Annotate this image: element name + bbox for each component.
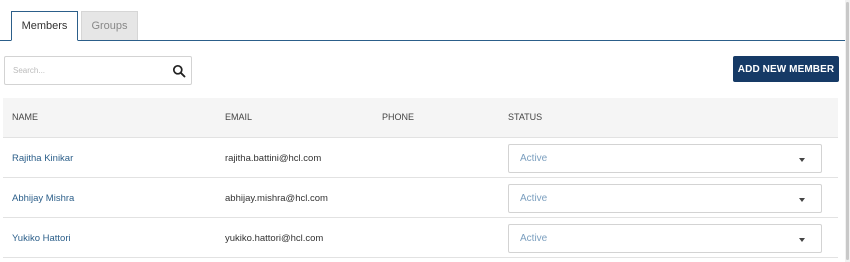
tab-bar: Members Groups bbox=[0, 0, 850, 41]
status-value: Active bbox=[520, 233, 548, 244]
status-value: Active bbox=[520, 153, 548, 164]
member-name[interactable]: Yukiko Hattori bbox=[12, 233, 71, 244]
status-dropdown[interactable]: Active bbox=[508, 144, 822, 173]
member-email: rajitha.battini@hcl.com bbox=[225, 153, 322, 164]
tab-groups-label: Groups bbox=[91, 20, 128, 32]
chevron-down-icon bbox=[799, 198, 805, 202]
table-header: NAME EMAIL PHONE STATUS bbox=[3, 98, 838, 138]
scrollbar-thumb[interactable] bbox=[846, 2, 849, 260]
status-value: Active bbox=[520, 193, 548, 204]
column-header-email: EMAIL bbox=[225, 112, 253, 122]
tab-members[interactable]: Members bbox=[11, 11, 78, 41]
table-row: Rajitha Kinikar rajitha.battini@hcl.com … bbox=[3, 138, 838, 178]
column-header-phone: PHONE bbox=[382, 112, 415, 122]
members-table: NAME EMAIL PHONE STATUS Rajitha Kinikar … bbox=[3, 98, 838, 258]
search-icon[interactable] bbox=[172, 64, 186, 78]
member-name[interactable]: Rajitha Kinikar bbox=[12, 153, 73, 164]
vertical-scrollbar[interactable] bbox=[845, 0, 850, 262]
tab-bar-divider bbox=[0, 40, 850, 41]
chevron-down-icon bbox=[799, 238, 805, 242]
member-email: abhijay.mishra@hcl.com bbox=[225, 193, 328, 204]
status-dropdown[interactable]: Active bbox=[508, 184, 822, 213]
member-email: yukiko.hattori@hcl.com bbox=[225, 233, 324, 244]
table-row: Abhijay Mishra abhijay.mishra@hcl.com Ac… bbox=[3, 178, 838, 218]
tab-groups[interactable]: Groups bbox=[81, 11, 138, 40]
tab-members-label: Members bbox=[21, 20, 68, 32]
column-header-status: STATUS bbox=[508, 112, 543, 122]
table-row: Yukiko Hattori yukiko.hattori@hcl.com Ac… bbox=[3, 218, 838, 258]
column-header-name: NAME bbox=[12, 112, 39, 122]
chevron-down-icon bbox=[799, 158, 805, 162]
search-box bbox=[4, 56, 192, 85]
add-new-member-button[interactable]: ADD NEW MEMBER bbox=[733, 56, 839, 82]
search-input[interactable] bbox=[5, 57, 165, 84]
member-name[interactable]: Abhijay Mishra bbox=[12, 193, 74, 204]
status-dropdown[interactable]: Active bbox=[508, 224, 822, 253]
